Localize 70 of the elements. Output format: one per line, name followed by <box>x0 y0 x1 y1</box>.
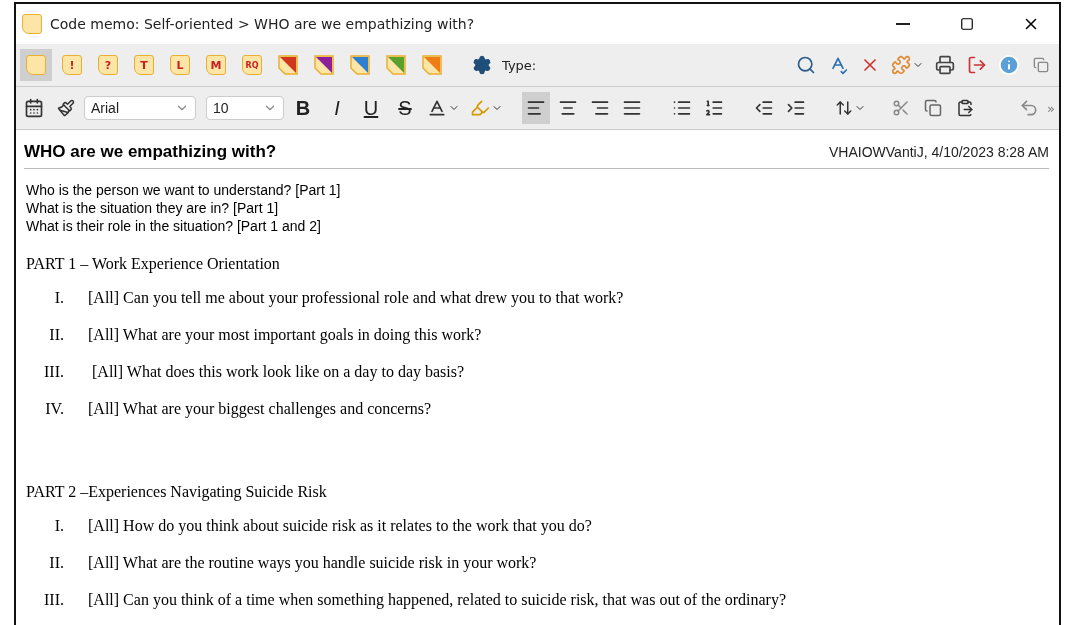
align-justify-icon <box>622 98 642 118</box>
memo-icon: M <box>206 55 226 75</box>
question-text: [All] Can you think of a time when something happened, related to suicide risk, that was out of the ordinary? <box>88 590 787 609</box>
window-title: Code memo: Self-oriented > WHO are we empathizing with? <box>50 16 476 32</box>
type-label: Type: <box>502 57 537 73</box>
memo-type-button[interactable]: RQ <box>236 49 268 81</box>
list-numeral: III. <box>43 590 64 609</box>
memo-icon: ! <box>62 55 82 75</box>
align-left-button[interactable] <box>522 92 550 124</box>
bold-button[interactable]: B <box>288 92 318 124</box>
paste-icon <box>956 99 974 117</box>
bullet-list-icon <box>672 98 692 118</box>
search-icon <box>796 55 816 75</box>
align-center-icon <box>558 98 578 118</box>
memo-heading: WHO are we empathizing with? <box>24 142 277 162</box>
italic-button[interactable]: I <box>322 92 352 124</box>
memo-type-button[interactable]: L <box>164 49 196 81</box>
numbered-list-icon <box>704 98 724 118</box>
exit-icon <box>967 55 987 75</box>
gear-icon[interactable] <box>472 55 492 75</box>
more-button[interactable]: » <box>1047 100 1055 116</box>
list-numeral: III. <box>43 362 64 381</box>
part-title: PART 1 – Work Experience Orientation <box>26 255 281 273</box>
memo-type-button[interactable]: M <box>200 49 232 81</box>
list-numeral: I. <box>53 288 64 307</box>
memo-icon: RQ <box>242 55 262 75</box>
memo-icon <box>22 14 42 34</box>
question-text: [All] What does this work look like on a day to day basis? <box>91 362 465 381</box>
printer-icon <box>935 55 955 75</box>
memo-type-button[interactable]: T <box>128 49 160 81</box>
indent-icon <box>786 98 806 118</box>
font-color-icon <box>427 98 447 118</box>
memo-type-button[interactable]: ! <box>56 49 88 81</box>
size-select[interactable]: 10 <box>206 96 284 120</box>
underline-button[interactable]: U <box>356 92 386 124</box>
memo-type-button[interactable]: ? <box>92 49 124 81</box>
info-icon <box>998 54 1020 76</box>
align-left-icon <box>526 98 546 118</box>
puzzle-icon <box>891 55 911 75</box>
font-select[interactable]: Arial <box>84 96 196 120</box>
minimize-icon <box>896 23 910 25</box>
outdent-icon <box>754 98 774 118</box>
question-text: [All] How do you think about suicide risk as it relates to the work that you do? <box>88 516 592 535</box>
highlighter-icon <box>470 98 490 118</box>
author-date: VHAIOWVantiJ, 4/10/2023 8:28 AM <box>829 144 1049 160</box>
intro-line: What is their role in the situation? [Part 1 and 2] <box>26 217 322 235</box>
part-title: PART 2 –Experiences Navigating Suicide Risk <box>26 483 328 501</box>
intro-line: Who is the person we want to understand? [Part 1] <box>26 181 342 199</box>
windows-icon <box>1033 57 1049 73</box>
maximize-icon <box>960 17 974 31</box>
question-text: [All] What are your most important goals in doing this work? <box>88 325 482 344</box>
memo-icon <box>26 55 46 75</box>
memo-icon: ? <box>98 55 118 75</box>
list-numeral: IV. <box>44 399 64 418</box>
intro-line: What is the situation they are in? [Part 1] <box>26 199 280 217</box>
align-right-icon <box>590 98 610 118</box>
list-numeral: II. <box>48 553 64 572</box>
question-text: [All] Can you tell me about your professional role and what drew you to that work? <box>88 288 624 307</box>
line-spacing-icon <box>835 99 853 117</box>
scissors-icon <box>892 99 910 117</box>
list-numeral: I. <box>53 516 64 535</box>
question-text: [All] What are your biggest challenges and concerns? <box>88 399 432 418</box>
calendar-icon <box>24 98 44 118</box>
question-text: [All] What are the routine ways you handle suicide risk in your work? <box>88 553 537 572</box>
brush-icon <box>57 99 75 117</box>
copy-icon <box>924 99 942 117</box>
memo-icon: T <box>134 55 154 75</box>
list-numeral: II. <box>48 325 64 344</box>
strike-button[interactable]: S <box>390 92 420 124</box>
memo-icon: L <box>170 55 190 75</box>
